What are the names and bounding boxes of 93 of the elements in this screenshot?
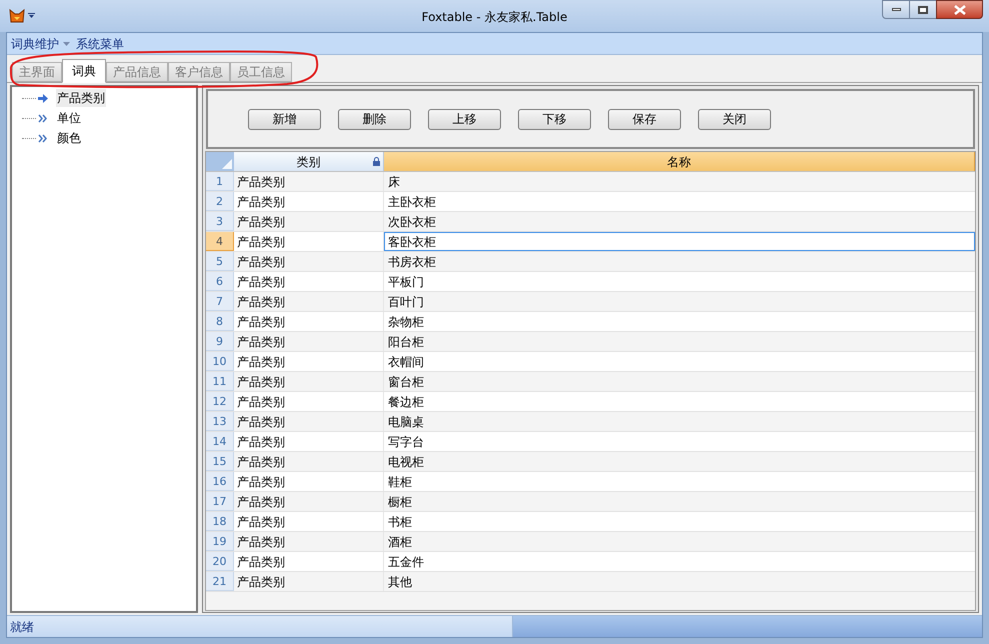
table-cell: 产品类别 (234, 352, 384, 371)
toolbar-button[interactable]: 保存 (608, 108, 681, 130)
double-chevron-icon (38, 134, 48, 142)
row-number[interactable]: 11 (206, 372, 234, 391)
table-cell: 产品类别 (234, 492, 384, 511)
row-number[interactable]: 7 (206, 292, 234, 311)
table-cell-text: 书房衣柜 (387, 254, 437, 271)
tab[interactable]: 员工信息 (230, 62, 292, 82)
table-cell-text: 床 (387, 174, 401, 191)
tab[interactable]: 主界面 (12, 62, 62, 82)
table-cell: 产品类别 (234, 572, 384, 591)
row-number[interactable]: 8 (206, 312, 234, 331)
row-number[interactable]: 3 (206, 212, 234, 231)
row-number[interactable]: 12 (206, 392, 234, 411)
menu-item[interactable]: 词典维护 (11, 34, 70, 52)
table-cell: 产品类别 (234, 292, 384, 311)
window-title: Foxtable - 永友家私.Table (422, 9, 568, 26)
table-cell: 产品类别 (234, 372, 384, 391)
row-number[interactable]: 15 (206, 452, 234, 471)
row-number[interactable]: 21 (206, 572, 234, 591)
close-button[interactable] (936, 0, 983, 19)
table-cell-text: 写字台 (387, 434, 425, 451)
tree-item[interactable]: 单位 (56, 109, 82, 127)
column-header[interactable]: 类别 (234, 152, 384, 171)
table-cell-text: 餐边柜 (387, 394, 425, 411)
table-cell-text: 阳台柜 (387, 334, 425, 351)
table-cell: 产品类别 (234, 472, 384, 491)
double-chevron-icon (38, 114, 48, 122)
row-number[interactable]: 4 (206, 232, 234, 251)
fox-logo-icon[interactable] (8, 7, 26, 25)
row-number[interactable]: 5 (206, 252, 234, 271)
table-cell: 客卧衣柜 (384, 232, 975, 251)
row-number[interactable]: 16 (206, 472, 234, 491)
table-cell-text: 衣帽间 (387, 354, 425, 371)
table-cell: 产品类别 (234, 432, 384, 451)
minimize-button[interactable] (882, 0, 910, 19)
table-cell: 产品类别 (234, 512, 384, 531)
tree-item[interactable]: 产品类别 (56, 89, 106, 107)
table-cell: 产品类别 (234, 332, 384, 351)
table-cell: 产品类别 (234, 212, 384, 231)
menu-item[interactable]: 系统菜单 (76, 34, 124, 52)
row-number[interactable]: 10 (206, 352, 234, 371)
row-number[interactable]: 19 (206, 532, 234, 551)
table-cell: 产品类别 (234, 272, 384, 291)
tab[interactable]: 词典 (62, 59, 106, 83)
table-cell-text: 橱柜 (387, 494, 413, 511)
row-number[interactable]: 20 (206, 552, 234, 571)
row-number[interactable]: 14 (206, 432, 234, 451)
row-number[interactable]: 17 (206, 492, 234, 511)
lock-icon (373, 157, 380, 166)
table-cell-text: 其他 (387, 574, 413, 591)
tree-item[interactable]: 颜色 (56, 129, 82, 147)
toolbar-button[interactable]: 新增 (248, 108, 321, 130)
table-cell-text: 鞋柜 (387, 474, 413, 491)
row-number[interactable]: 13 (206, 412, 234, 431)
row-number[interactable]: 2 (206, 192, 234, 211)
toolbar-button[interactable]: 关闭 (698, 108, 771, 130)
table-cell-text: 杂物柜 (387, 314, 425, 331)
table-cell: 产品类别 (234, 172, 384, 191)
table-cell-text: 书柜 (387, 514, 413, 531)
row-number[interactable]: 1 (206, 172, 234, 191)
row-number[interactable]: 6 (206, 272, 234, 291)
table-cell-text: 窗台柜 (387, 374, 425, 391)
table-cell: 产品类别 (234, 392, 384, 411)
row-number[interactable]: 18 (206, 512, 234, 531)
row-number[interactable]: 9 (206, 332, 234, 351)
column-header[interactable]: 名称 (384, 152, 975, 171)
table-cell: 产品类别 (234, 192, 384, 211)
arrow-right-icon (38, 94, 48, 102)
table-cell: 产品类别 (234, 412, 384, 431)
table-cell-text: 次卧衣柜 (387, 214, 437, 231)
table-cell-text: 电视柜 (387, 454, 425, 471)
table-cell: 产品类别 (234, 552, 384, 571)
table-cell-text: 主卧衣柜 (387, 194, 437, 211)
table-cell-text: 平板门 (387, 274, 425, 291)
corner-triangle-icon (222, 159, 232, 169)
toolbar-button[interactable]: 下移 (518, 108, 591, 130)
caret-icon[interactable] (28, 13, 35, 19)
table-cell-text: 百叶门 (387, 294, 425, 311)
table-cell-text: 电脑桌 (387, 414, 425, 431)
toolbar-button[interactable]: 上移 (428, 108, 501, 130)
tab[interactable]: 客户信息 (168, 62, 230, 82)
tab[interactable]: 产品信息 (106, 62, 168, 82)
table-cell: 产品类别 (234, 312, 384, 331)
table-cell-text: 五金件 (387, 554, 425, 571)
maximize-button[interactable] (910, 0, 936, 19)
toolbar-button[interactable]: 删除 (338, 108, 411, 130)
table-cell: 产品类别 (234, 532, 384, 551)
caret-icon (63, 42, 70, 46)
close-icon (954, 4, 966, 14)
table-cell: 产品类别 (234, 452, 384, 471)
table-cell-text: 酒柜 (387, 534, 413, 551)
table-cell: 产品类别 (234, 252, 384, 271)
